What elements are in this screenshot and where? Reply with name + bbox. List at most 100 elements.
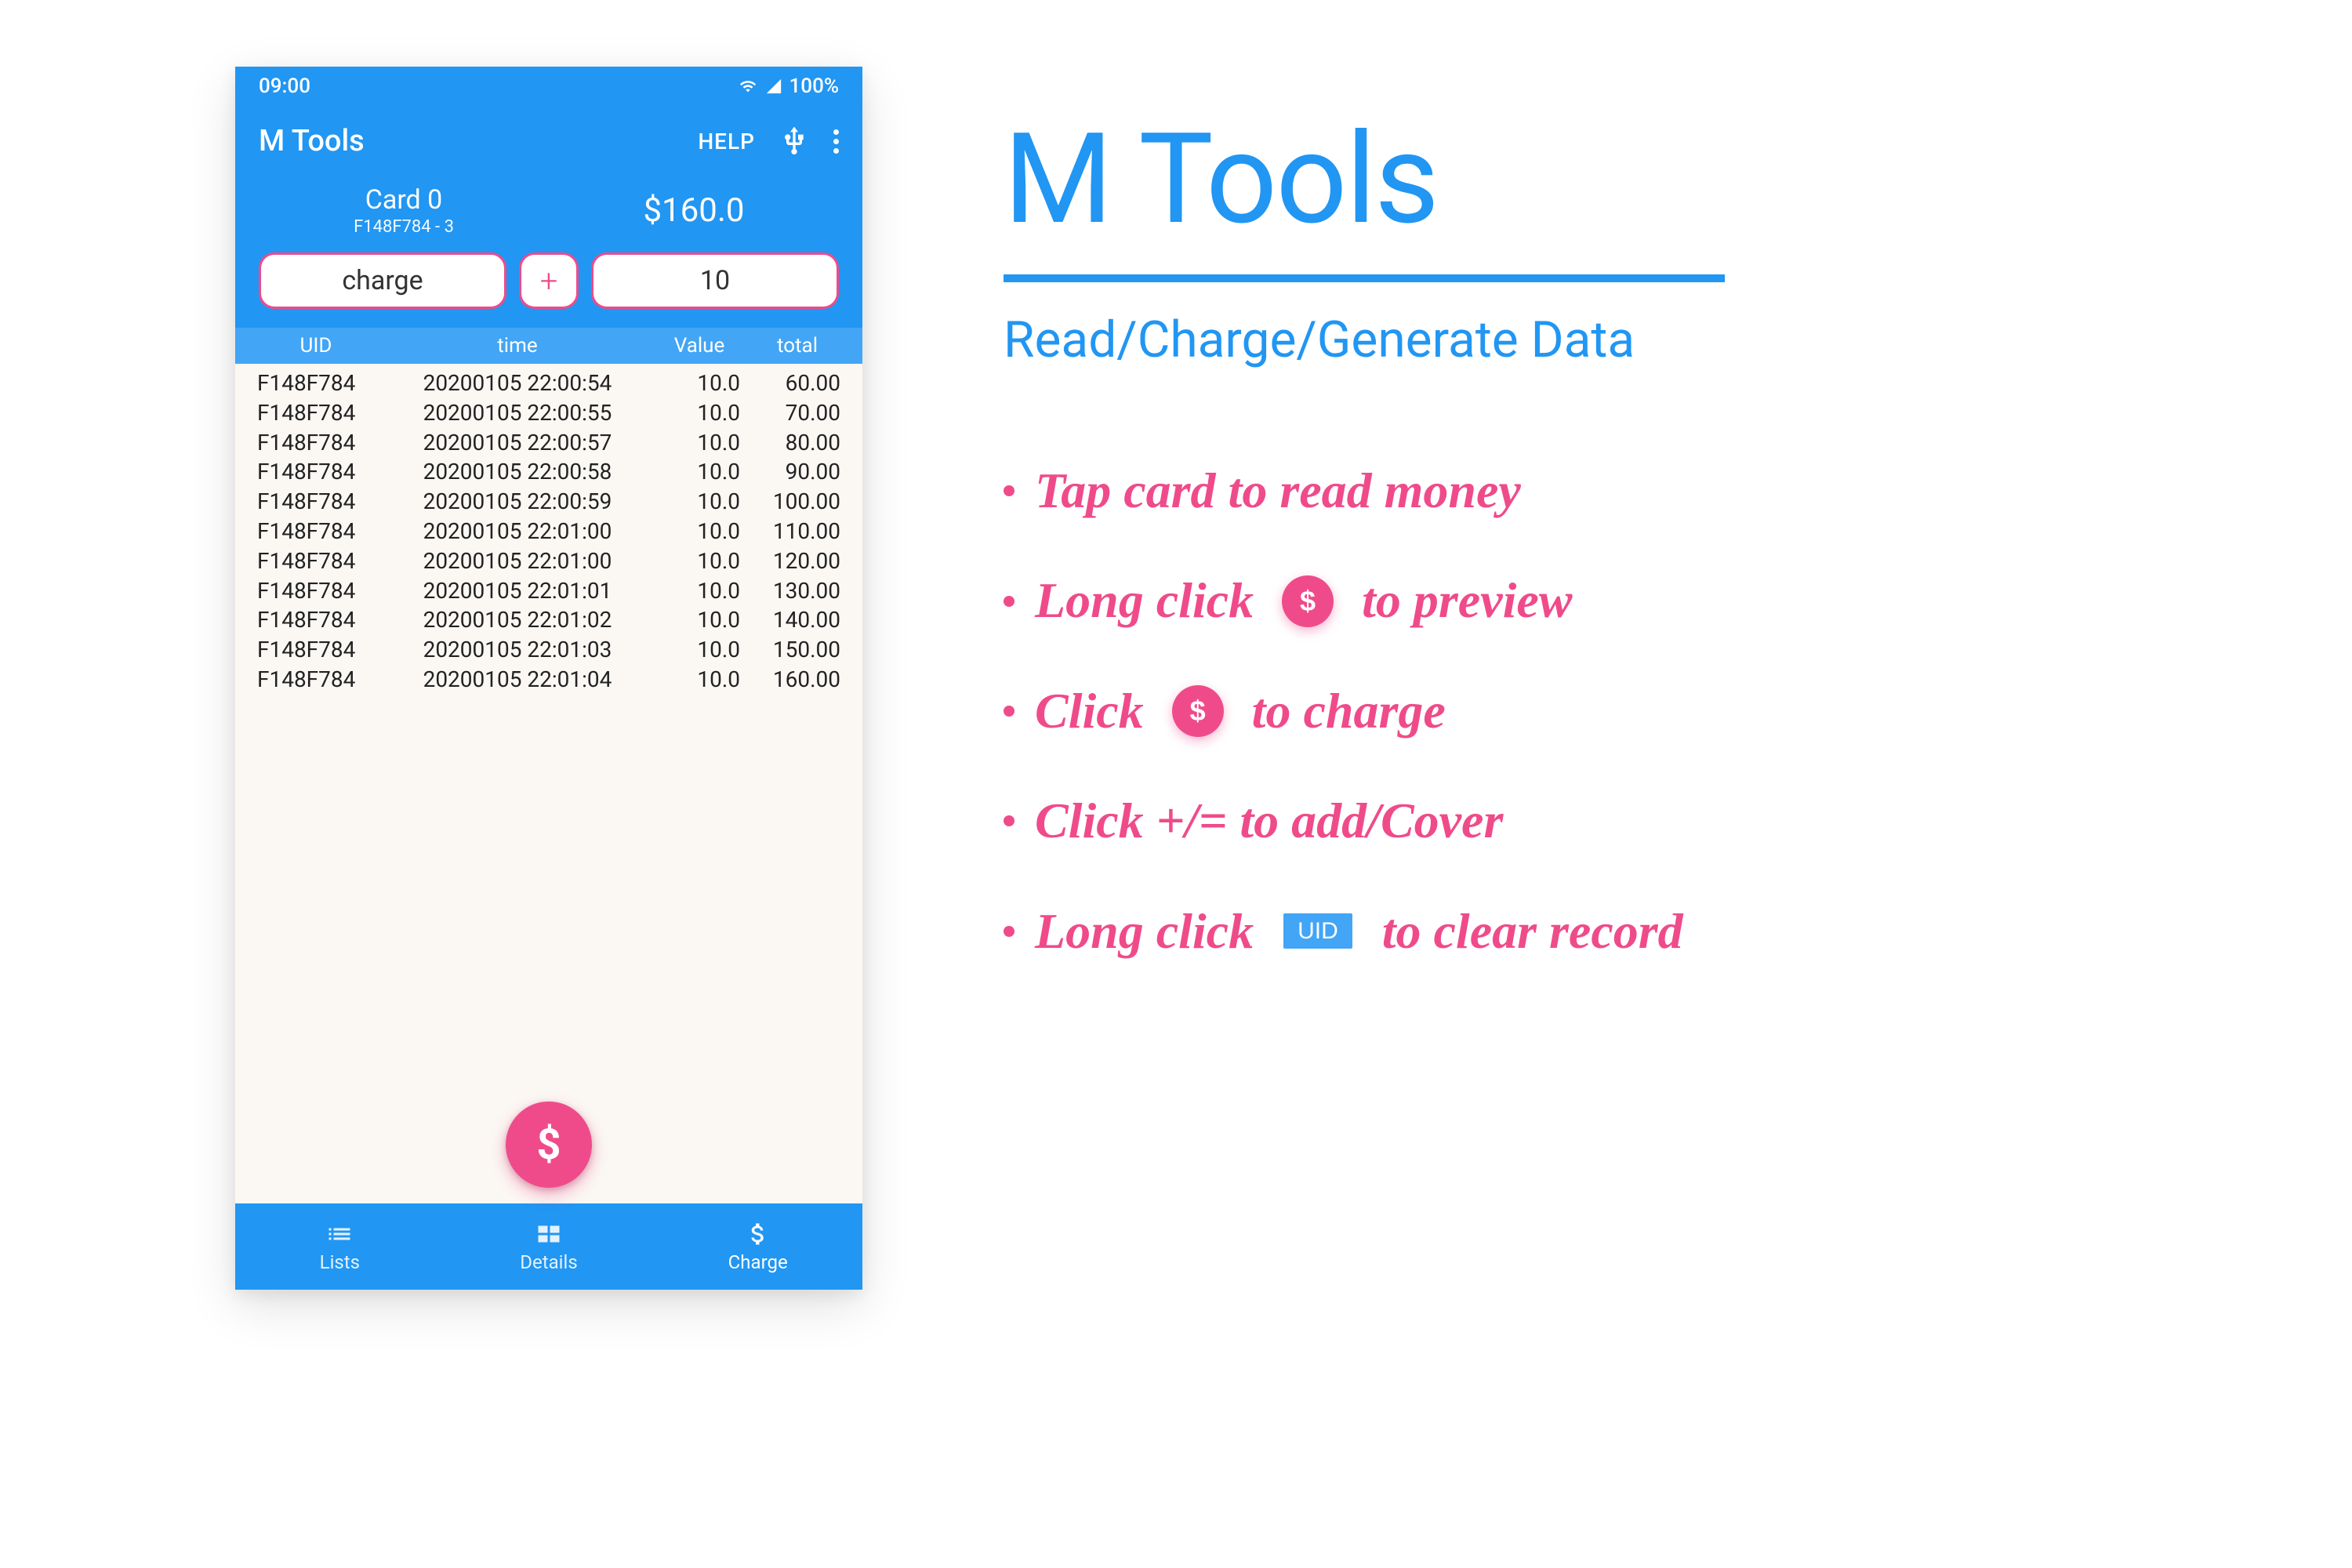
cell-time: 20200105 22:00:59 [383,487,652,517]
cell-value: 10.0 [652,665,746,695]
cell-uid: F148F784 [249,576,383,606]
table-row[interactable]: F148F78420200105 22:01:0410.0160.00 [249,665,848,695]
cell-time: 20200105 22:01:01 [383,576,652,606]
cell-time: 20200105 22:01:04 [383,665,652,695]
app-bar-actions: HELP [698,125,839,157]
table-row[interactable]: F148F78420200105 22:01:0010.0110.00 [249,517,848,546]
table-row[interactable]: F148F78420200105 22:01:0010.0120.00 [249,546,848,576]
status-bar: 09:00 100% [235,67,862,106]
promo-text: to preview [1362,573,1572,628]
nav-lists-label: Lists [320,1251,360,1273]
charge-controls: charge + 10 [235,252,862,328]
table-row[interactable]: F148F78420200105 22:00:5410.060.00 [249,368,848,398]
table-row[interactable]: F148F78420200105 22:00:5910.0100.00 [249,487,848,517]
cell-value: 10.0 [652,487,746,517]
table-body[interactable]: F148F78420200105 22:00:5410.060.00F148F7… [235,364,862,1203]
charge-mode-toggle[interactable]: + [519,252,579,309]
promo-item-charge: Click $ to charge [1004,684,2219,739]
charge-fab[interactable]: $ [506,1102,592,1188]
table-row[interactable]: F148F78420200105 22:01:0310.0150.00 [249,635,848,665]
cell-time: 20200105 22:00:58 [383,457,652,487]
promo-text: to clear record [1382,904,1683,959]
promo-subtitle: Read/Charge/Generate Data [1004,310,2219,369]
promo-item-clear: Long click UID to clear record [1004,904,2219,959]
table-header[interactable]: UID time Value total [235,328,862,364]
cell-time: 20200105 22:01:02 [383,605,652,635]
promo-text: Click [1035,684,1144,739]
card-subtitle: F148F784 - 3 [259,217,549,237]
cell-total: 150.00 [746,635,848,665]
cell-uid: F148F784 [249,517,383,546]
promo-text: Long click [1035,573,1254,628]
nav-charge[interactable]: Charge [653,1203,862,1290]
nav-charge-label: Charge [728,1251,788,1273]
table-row[interactable]: F148F78420200105 22:01:0210.0140.00 [249,605,848,635]
usb-icon[interactable] [779,125,810,157]
bullet-icon [1004,596,1014,607]
cell-value: 10.0 [652,398,746,428]
promo-item-addcover: Click +/= to add/Cover [1004,793,2219,848]
bullet-icon [1004,926,1014,937]
nav-details[interactable]: Details [445,1203,654,1290]
bullet-icon [1004,706,1014,717]
app-bar: M Tools HELP [235,106,862,176]
table-row[interactable]: F148F78420200105 22:00:5810.090.00 [249,457,848,487]
cell-total: 160.00 [746,665,848,695]
cell-uid: F148F784 [249,487,383,517]
cell-value: 10.0 [652,517,746,546]
charge-label-button[interactable]: charge [259,252,506,309]
cell-time: 20200105 22:00:55 [383,398,652,428]
cell-time: 20200105 22:01:00 [383,546,652,576]
charge-amount-input[interactable]: 10 [591,252,839,309]
cell-uid: F148F784 [249,398,383,428]
nav-lists[interactable]: Lists [235,1203,445,1290]
help-button[interactable]: HELP [698,129,755,154]
cell-total: 100.00 [746,487,848,517]
promo-item-preview: Long click $ to preview [1004,573,2219,628]
cell-uid: F148F784 [249,368,383,398]
promo-list: Tap card to read money Long click $ to p… [1004,463,2219,959]
cell-total: 120.00 [746,546,848,576]
dollar-icon [744,1220,772,1248]
table-row[interactable]: F148F78420200105 22:00:5510.070.00 [249,398,848,428]
promo-panel: M Tools Read/Charge/Generate Data Tap ca… [1004,118,2219,959]
signal-icon [764,78,783,95]
cell-total: 70.00 [746,398,848,428]
card-header: Card 0 F148F784 - 3 $160.0 [235,176,862,252]
cell-total: 80.00 [746,428,848,458]
card-balance: $160.0 [549,191,839,230]
cell-time: 20200105 22:01:00 [383,517,652,546]
card-info[interactable]: Card 0 F148F784 - 3 [259,184,549,237]
cell-value: 10.0 [652,576,746,606]
promo-title: M Tools [1004,118,2219,243]
wifi-icon [738,78,758,95]
cell-total: 60.00 [746,368,848,398]
cell-total: 130.00 [746,576,848,606]
cell-value: 10.0 [652,457,746,487]
cell-value: 10.0 [652,368,746,398]
status-indicators: 100% [738,74,839,98]
status-time: 09:00 [259,74,310,98]
cell-uid: F148F784 [249,428,383,458]
cell-time: 20200105 22:00:54 [383,368,652,398]
cell-uid: F148F784 [249,635,383,665]
header-value: Value [652,334,746,358]
bullet-icon [1004,815,1014,826]
cell-uid: F148F784 [249,457,383,487]
cell-total: 110.00 [746,517,848,546]
cell-value: 10.0 [652,428,746,458]
cell-time: 20200105 22:00:57 [383,428,652,458]
cell-total: 140.00 [746,605,848,635]
cell-value: 10.0 [652,546,746,576]
promo-text: to charge [1252,684,1446,739]
status-battery: 100% [789,74,839,98]
cell-time: 20200105 22:01:03 [383,635,652,665]
uid-chip: UID [1283,913,1352,949]
table-row[interactable]: F148F78420200105 22:00:5710.080.00 [249,428,848,458]
overflow-menu-icon[interactable] [833,129,839,154]
table-row[interactable]: F148F78420200105 22:01:0110.0130.00 [249,576,848,606]
header-uid[interactable]: UID [249,334,383,358]
promo-text: Click +/= to add/Cover [1035,793,1503,848]
nav-details-label: Details [520,1251,577,1273]
dollar-fab-icon: $ [1172,685,1224,737]
